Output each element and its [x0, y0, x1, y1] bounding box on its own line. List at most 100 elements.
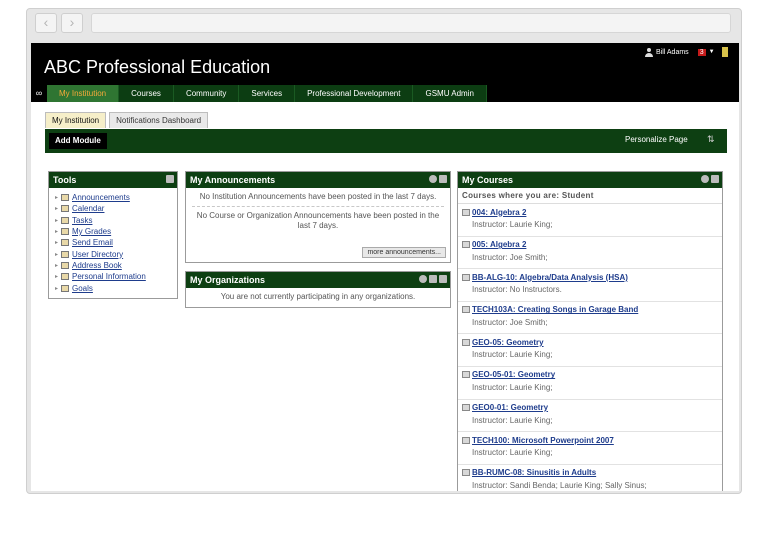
module-menu-icon[interactable]: [429, 275, 437, 283]
notification-badge[interactable]: 3: [697, 48, 706, 56]
user-menu[interactable]: Bill Adams 3 ▼: [645, 47, 728, 57]
course-link[interactable]: TECH103A: Creating Songs in Garage Band: [472, 305, 638, 314]
user-icon: [645, 47, 653, 57]
course-link[interactable]: BB-RUMC-08: Sinusitis in Adults: [472, 468, 596, 477]
course-title-row: 004: Algebra 2: [462, 206, 718, 218]
tool-link-personal-information[interactable]: Personal Information: [72, 272, 146, 281]
course-link[interactable]: BB-ALG-10: Algebra/Data Analysis (HSA): [472, 273, 628, 282]
organizations-message: You are not currently participating in a…: [220, 292, 416, 301]
tab-courses[interactable]: Courses: [119, 85, 174, 102]
subtab-notifications-dashboard[interactable]: Notifications Dashboard: [109, 112, 209, 128]
organizations-module: My Organizations You are not currently p…: [185, 271, 451, 308]
help-icon[interactable]: [721, 47, 728, 57]
close-icon[interactable]: [439, 275, 447, 283]
module-menu-icon[interactable]: [711, 175, 719, 183]
browser-window: ‹ › ABC Professional Education Bill Adam…: [26, 8, 742, 494]
list-item: GEO-05: Geometry Instructor: Laurie King;: [458, 334, 722, 367]
tool-link-goals[interactable]: Goals: [72, 284, 93, 293]
announcements-icon: [61, 194, 69, 202]
list-item: 004: Algebra 2 Instructor: Laurie King;: [458, 204, 722, 237]
site-title: ABC Professional Education: [44, 57, 271, 77]
course-icon: [462, 436, 470, 444]
tab-gsmu-admin[interactable]: GSMU Admin: [413, 85, 487, 102]
grades-icon: [61, 228, 69, 236]
list-item: ▸ Announcements: [55, 192, 177, 203]
course-icon: [462, 241, 470, 249]
module-title: My Organizations: [190, 275, 266, 285]
tool-link-calendar[interactable]: Calendar: [72, 204, 104, 213]
course-link[interactable]: GEO-05-01: Geometry: [472, 370, 555, 379]
settings-icon[interactable]: [429, 175, 437, 183]
course-link[interactable]: 004: Algebra 2: [472, 208, 526, 217]
module-bar: Add Module Personalize Page ⇅: [45, 129, 727, 153]
tools-module: Tools ▸ Announcements ▸ Calendar ▸ Tasks ▸ M…: [48, 171, 178, 299]
tool-link-address-book[interactable]: Address Book: [72, 261, 122, 270]
course-link[interactable]: GEO0-01: Geometry: [472, 403, 548, 412]
tool-link-my-grades[interactable]: My Grades: [72, 227, 111, 236]
sub-tabs: My Institution Notifications Dashboard: [45, 112, 209, 128]
reorder-icon[interactable]: ⇅: [707, 134, 715, 145]
tool-link-tasks[interactable]: Tasks: [72, 216, 92, 225]
tool-link-user-directory[interactable]: User Directory: [72, 250, 123, 259]
subtab-my-institution[interactable]: My Institution: [45, 112, 107, 128]
course-instructor: Instructor: Laurie King;: [472, 220, 553, 229]
course-announcements-message: No Course or Organization Announcements …: [196, 211, 440, 230]
browser-toolbar: ‹ ›: [27, 9, 741, 37]
personal-info-icon: [61, 273, 69, 281]
course-title-row: TECH103A: Creating Songs in Garage Band: [462, 304, 718, 316]
more-announcements-button[interactable]: more announcements...: [362, 247, 446, 258]
list-item: ▸ User Directory: [55, 248, 177, 259]
course-link[interactable]: TECH100: Microsoft Powerpoint 2007: [472, 436, 614, 445]
module-title: Tools: [53, 175, 77, 185]
course-icon: [462, 208, 470, 216]
email-icon: [61, 239, 69, 247]
directory-icon: [61, 250, 69, 258]
site-header: ABC Professional Education Bill Adams 3 …: [31, 43, 739, 102]
module-menu-icon[interactable]: [166, 175, 174, 183]
announcements-header: My Announcements: [186, 172, 450, 188]
courses-module: My Courses Courses where you are: Studen…: [457, 171, 723, 491]
course-title-row: BB-ALG-10: Algebra/Data Analysis (HSA): [462, 271, 718, 283]
course-icon: [462, 338, 470, 346]
list-item: GEO-05-01: Geometry Instructor: Laurie Ki…: [458, 367, 722, 400]
module-menu-icon[interactable]: [439, 175, 447, 183]
settings-icon[interactable]: [701, 175, 709, 183]
course-instructor: Instructor: Joe Smith;: [472, 252, 548, 262]
tools-header: Tools: [49, 172, 177, 188]
page-viewport: ABC Professional Education Bill Adams 3 …: [31, 43, 739, 491]
settings-icon[interactable]: [419, 275, 427, 283]
institution-announcements-message: No Institution Announcements have been p…: [199, 192, 437, 201]
user-name[interactable]: Bill Adams: [656, 49, 689, 56]
tab-services[interactable]: Services: [239, 85, 296, 102]
add-module-button[interactable]: Add Module: [49, 133, 107, 149]
list-item: TECH103A: Creating Songs in Garage Band I…: [458, 302, 722, 335]
list-item: 005: Algebra 2 Instructor: Joe Smith;: [458, 237, 722, 270]
tab-professional-development[interactable]: Professional Development: [295, 85, 414, 102]
course-link[interactable]: 005: Algebra 2: [472, 240, 526, 249]
chevron-down-icon[interactable]: ▼: [709, 49, 715, 55]
list-item: BB-ALG-10: Algebra/Data Analysis (HSA) In…: [458, 269, 722, 302]
tab-my-institution[interactable]: My Institution: [47, 85, 120, 102]
list-item: ▸ Address Book: [55, 260, 177, 271]
list-item: ▸ My Grades: [55, 226, 177, 237]
course-instructor: Instructor: No Instructors.: [472, 285, 562, 295]
course-instructor: Instructor: Sandi Benda; Laurie King; Sa…: [472, 480, 647, 490]
personalize-page-link[interactable]: Personalize Page: [625, 135, 688, 144]
address-bar[interactable]: [91, 13, 731, 33]
course-list: 004: Algebra 2 Instructor: Laurie King; 00…: [458, 204, 722, 491]
list-item: GEO0-01: Geometry Instructor: Laurie King…: [458, 400, 722, 433]
back-button[interactable]: ‹: [35, 13, 57, 33]
link-icon[interactable]: ∞: [31, 85, 47, 102]
announcements-module: My Announcements No Institution Announce…: [185, 171, 451, 263]
calendar-icon: [61, 205, 69, 213]
tool-link-send-email[interactable]: Send Email: [72, 238, 113, 247]
course-instructor: Instructor: Joe Smith;: [472, 317, 548, 327]
course-link[interactable]: GEO-05: Geometry: [472, 338, 544, 347]
forward-button[interactable]: ›: [61, 13, 83, 33]
list-item: ▸ Send Email: [55, 237, 177, 248]
tool-link-announcements[interactable]: Announcements: [72, 193, 130, 202]
course-title-row: TECH100: Microsoft Powerpoint 2007: [462, 434, 718, 446]
tab-community[interactable]: Community: [173, 85, 240, 102]
course-icon: [462, 404, 470, 412]
course-icon: [462, 273, 470, 281]
